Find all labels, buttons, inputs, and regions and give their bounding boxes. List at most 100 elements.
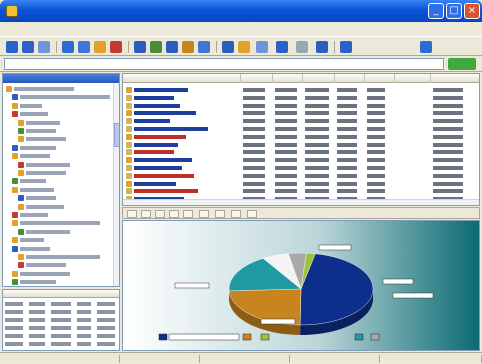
maximize-button[interactable]: □: [446, 3, 462, 19]
column-header[interactable]: [395, 74, 431, 83]
refresh-icon[interactable]: [62, 41, 74, 53]
address-field[interactable]: [4, 58, 444, 70]
back-icon[interactable]: [6, 41, 18, 53]
home-icon[interactable]: [78, 41, 90, 53]
list-row[interactable]: [123, 164, 479, 172]
row-cell: [367, 173, 385, 178]
filter-icon[interactable]: [256, 41, 268, 53]
tree-item[interactable]: [18, 253, 114, 261]
tree-item-label: [26, 204, 64, 209]
column-header[interactable]: [335, 74, 365, 83]
list-row[interactable]: [123, 86, 479, 94]
row-name: [134, 181, 176, 186]
copy-icon[interactable]: [134, 41, 146, 53]
tree-scrollbar[interactable]: [113, 83, 119, 286]
chart-legend-icon[interactable]: [183, 210, 193, 218]
tree-item[interactable]: [18, 194, 114, 202]
tree-item[interactable]: [12, 152, 114, 160]
list-row[interactable]: [123, 141, 479, 149]
tree-item[interactable]: [12, 186, 114, 194]
tree-item[interactable]: [12, 211, 114, 219]
column-header[interactable]: [431, 74, 479, 83]
pie-chart-icon[interactable]: [127, 210, 137, 218]
list-row[interactable]: [123, 148, 479, 156]
chart-export-icon[interactable]: [231, 210, 241, 218]
chart-icon[interactable]: [222, 41, 234, 53]
bar-chart-icon[interactable]: [141, 210, 151, 218]
column-header[interactable]: [241, 74, 273, 83]
tree-item[interactable]: [18, 127, 114, 135]
minimize-button[interactable]: _: [428, 3, 444, 19]
detail-row: [5, 301, 117, 307]
forward-icon[interactable]: [22, 41, 34, 53]
column-header[interactable]: [273, 74, 303, 83]
scan-icon[interactable]: [276, 41, 288, 53]
column-header[interactable]: [365, 74, 395, 83]
scrollbar-thumb[interactable]: [114, 123, 119, 147]
tree-item[interactable]: [12, 270, 114, 278]
close-button[interactable]: ×: [464, 3, 480, 19]
row-cell: [275, 111, 297, 116]
search-icon[interactable]: [182, 41, 194, 53]
detail-cell: [5, 302, 23, 306]
list-row[interactable]: [123, 109, 479, 117]
tree-item[interactable]: [18, 169, 114, 177]
row-cell: [305, 158, 329, 163]
report-icon[interactable]: [316, 41, 328, 53]
list-row[interactable]: [123, 187, 479, 195]
list-row[interactable]: [123, 94, 479, 102]
tree-item[interactable]: [12, 144, 114, 152]
tree-item[interactable]: [18, 119, 114, 127]
folder-icon: [126, 165, 132, 171]
list-row[interactable]: [123, 156, 479, 164]
delete-icon[interactable]: [110, 41, 122, 53]
chart-3d-icon[interactable]: [169, 210, 179, 218]
tree-item[interactable]: [18, 161, 114, 169]
tree-item[interactable]: [12, 236, 114, 244]
slice-callout: [392, 292, 434, 299]
list-horizontal-scrollbar[interactable]: [123, 199, 479, 205]
chart-options-icon[interactable]: [247, 210, 257, 218]
folder-icon: [12, 186, 18, 193]
tree-item[interactable]: [18, 203, 114, 211]
up-icon[interactable]: [38, 41, 50, 53]
row-cell: [275, 127, 297, 131]
tree-item[interactable]: [18, 261, 114, 269]
list-row[interactable]: [123, 180, 479, 188]
view-icon[interactable]: [198, 41, 210, 53]
tree-item[interactable]: [12, 177, 114, 185]
list-row[interactable]: [123, 117, 479, 125]
chart-print-icon[interactable]: [199, 210, 209, 218]
options-icon[interactable]: [296, 41, 308, 53]
chart-type-icon[interactable]: [155, 210, 165, 218]
folder-icon: [126, 118, 132, 125]
settings-icon[interactable]: [420, 41, 432, 53]
detail-cell: [97, 310, 115, 314]
tree-item[interactable]: [12, 110, 114, 118]
folder-icon[interactable]: [94, 41, 106, 53]
row-cell: [305, 111, 329, 116]
tree-item[interactable]: [12, 93, 114, 101]
tree-item[interactable]: [12, 102, 114, 110]
tree-item[interactable]: [12, 219, 114, 227]
address-bar: [0, 56, 482, 72]
help-icon[interactable]: [340, 41, 352, 53]
list-row[interactable]: [123, 102, 479, 110]
move-icon[interactable]: [150, 41, 162, 53]
list-row[interactable]: [123, 172, 479, 180]
tree-item[interactable]: [6, 85, 114, 93]
tree-item[interactable]: [12, 278, 114, 286]
chart-copy-icon[interactable]: [215, 210, 225, 218]
column-header[interactable]: [303, 74, 335, 83]
column-header[interactable]: [123, 74, 241, 83]
row-cell: [275, 103, 297, 108]
properties-icon[interactable]: [166, 41, 178, 53]
tree-item[interactable]: [12, 245, 114, 253]
tree-item[interactable]: [18, 135, 114, 143]
export-icon[interactable]: [238, 41, 250, 53]
tree-item[interactable]: [18, 228, 114, 236]
list-row[interactable]: [123, 125, 479, 133]
go-button[interactable]: [448, 58, 476, 70]
list-row[interactable]: [123, 133, 479, 141]
legend-swatch: [370, 333, 380, 341]
